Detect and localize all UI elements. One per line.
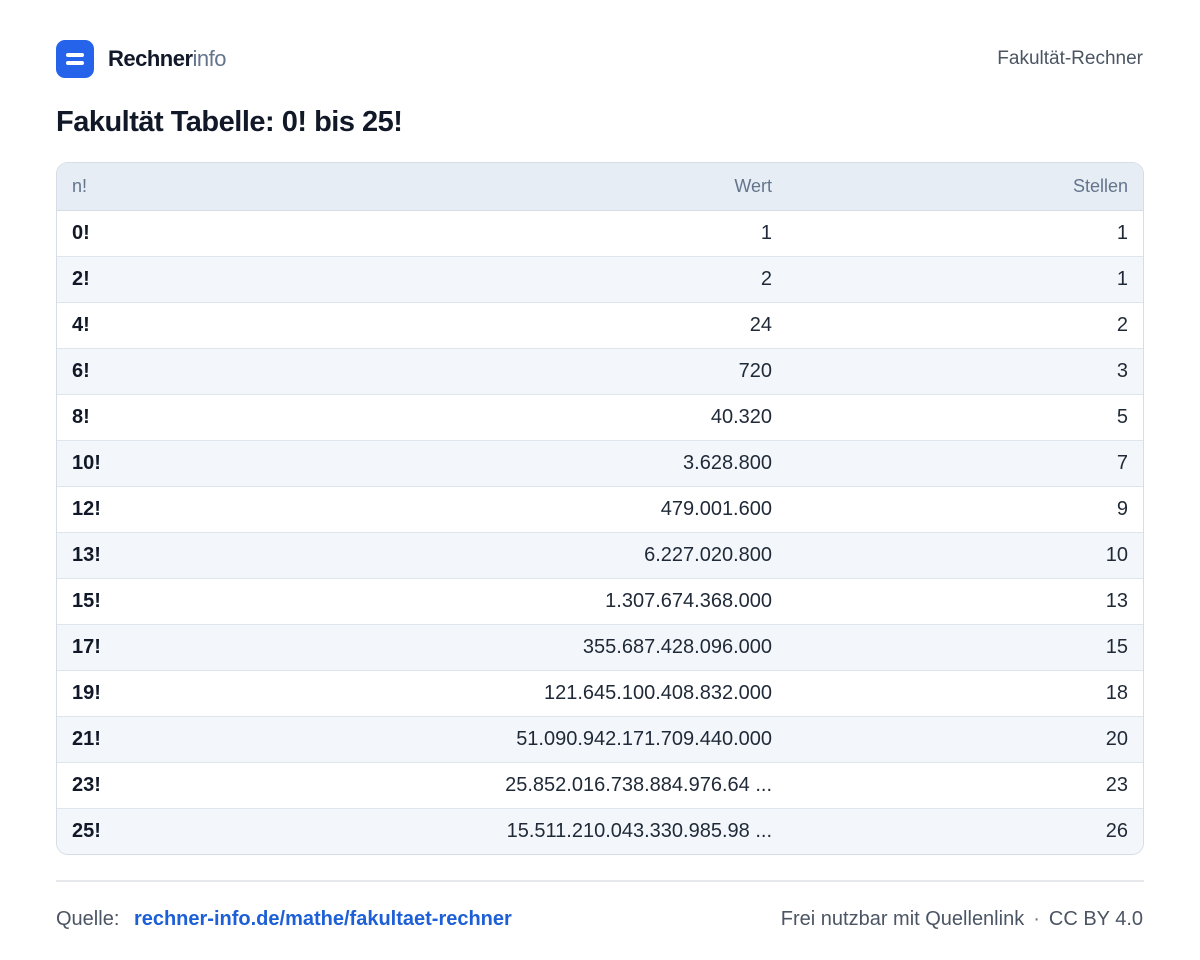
cell-n: 25! xyxy=(57,808,272,854)
cell-value: 121.645.100.408.832.000 xyxy=(272,670,787,717)
footer-divider xyxy=(56,880,1144,882)
cell-digits: 3 xyxy=(787,348,1143,395)
cell-digits: 13 xyxy=(787,578,1143,625)
cell-digits: 10 xyxy=(787,532,1143,579)
table-row: 17! 355.687.428.096.000 15 xyxy=(57,624,1143,671)
cell-n: 2! xyxy=(57,256,272,303)
table-row: 15! 1.307.674.368.000 13 xyxy=(57,578,1143,625)
cell-digits: 9 xyxy=(787,486,1143,533)
table-row: 25! 15.511.210.043.330.985.98 ... 26 xyxy=(57,808,1143,854)
table-header-row: n! Wert Stellen xyxy=(57,163,1143,211)
table-row: 8! 40.320 5 xyxy=(57,394,1143,441)
brand-name-light: info xyxy=(192,46,227,71)
source-label: Quelle: xyxy=(56,907,120,930)
table-row: 23! 25.852.016.738.884.976.64 ... 23 xyxy=(57,762,1143,809)
cell-digits: 20 xyxy=(787,716,1143,763)
cell-n: 21! xyxy=(57,716,272,763)
brand-logo-link[interactable]: Rechnerinfo xyxy=(56,40,227,78)
cell-value: 2 xyxy=(272,256,787,303)
separator-dot: · xyxy=(1033,907,1040,930)
cell-digits: 23 xyxy=(787,762,1143,809)
cell-digits: 2 xyxy=(787,302,1143,349)
table-row: 13! 6.227.020.800 10 xyxy=(57,532,1143,579)
cell-value: 15.511.210.043.330.985.98 ... xyxy=(272,808,787,854)
cell-n: 23! xyxy=(57,762,272,809)
cell-value: 24 xyxy=(272,302,787,349)
cell-n: 13! xyxy=(57,532,272,579)
cell-digits: 1 xyxy=(787,210,1143,257)
cell-n: 4! xyxy=(57,302,272,349)
cell-value: 3.628.800 xyxy=(272,440,787,487)
cell-n: 6! xyxy=(57,348,272,395)
cell-n: 15! xyxy=(57,578,272,625)
table-row: 21! 51.090.942.171.709.440.000 20 xyxy=(57,716,1143,763)
table-row: 19! 121.645.100.408.832.000 18 xyxy=(57,670,1143,717)
factorial-table: n! Wert Stellen 0! 1 1 2! 2 1 4! 24 2 6! 720 3 8! 40.… xyxy=(56,162,1144,855)
table-row: 0! 1 1 xyxy=(57,210,1143,257)
cell-n: 0! xyxy=(57,210,272,257)
cell-value: 720 xyxy=(272,348,787,395)
cell-digits: 1 xyxy=(787,256,1143,303)
cell-value: 355.687.428.096.000 xyxy=(272,624,787,671)
table-row: 12! 479.001.600 9 xyxy=(57,486,1143,533)
license-info: Frei nutzbar mit Quellenlink · CC BY 4.0 xyxy=(781,908,1143,931)
brand-name-strong: Rechner xyxy=(108,46,193,71)
logo-icon xyxy=(56,40,94,78)
cell-value: 1.307.674.368.000 xyxy=(272,578,787,625)
cell-value: 51.090.942.171.709.440.000 xyxy=(272,716,787,763)
column-header-n: n! xyxy=(57,163,272,211)
cell-n: 12! xyxy=(57,486,272,533)
page-title: Fakultät Tabelle: 0! bis 25! xyxy=(56,106,403,138)
table-row: 10! 3.628.800 7 xyxy=(57,440,1143,487)
cell-n: 10! xyxy=(57,440,272,487)
cell-n: 17! xyxy=(57,624,272,671)
brand-name: Rechnerinfo xyxy=(108,46,227,72)
cell-value: 6.227.020.800 xyxy=(272,532,787,579)
footer: Quelle: rechner-info.de/mathe/fakultaet-… xyxy=(56,904,1143,934)
cell-digits: 15 xyxy=(787,624,1143,671)
column-header-value: Wert xyxy=(272,163,787,211)
site-header: Rechnerinfo Fakultät-Rechner xyxy=(56,40,1143,78)
cell-value: 40.320 xyxy=(272,394,787,441)
usage-note: Frei nutzbar mit Quellenlink xyxy=(780,907,1025,930)
cell-digits: 7 xyxy=(787,440,1143,487)
cell-value: 479.001.600 xyxy=(272,486,787,533)
cell-n: 19! xyxy=(57,670,272,717)
cell-digits: 26 xyxy=(787,808,1143,854)
source-link[interactable]: rechner-info.de/mathe/fakultaet-rechner xyxy=(134,908,512,930)
table-row: 2! 2 1 xyxy=(57,256,1143,303)
table-row: 6! 720 3 xyxy=(57,348,1143,395)
license-label: CC BY 4.0 xyxy=(1048,907,1143,930)
page-label: Fakultät-Rechner xyxy=(997,48,1143,69)
column-header-digits: Stellen xyxy=(787,163,1143,211)
cell-digits: 18 xyxy=(787,670,1143,717)
cell-n: 8! xyxy=(57,394,272,441)
cell-digits: 5 xyxy=(787,394,1143,441)
cell-value: 25.852.016.738.884.976.64 ... xyxy=(272,762,787,809)
cell-value: 1 xyxy=(272,210,787,257)
source-attribution: Quelle: rechner-info.de/mathe/fakultaet-… xyxy=(56,908,512,931)
table-row: 4! 24 2 xyxy=(57,302,1143,349)
